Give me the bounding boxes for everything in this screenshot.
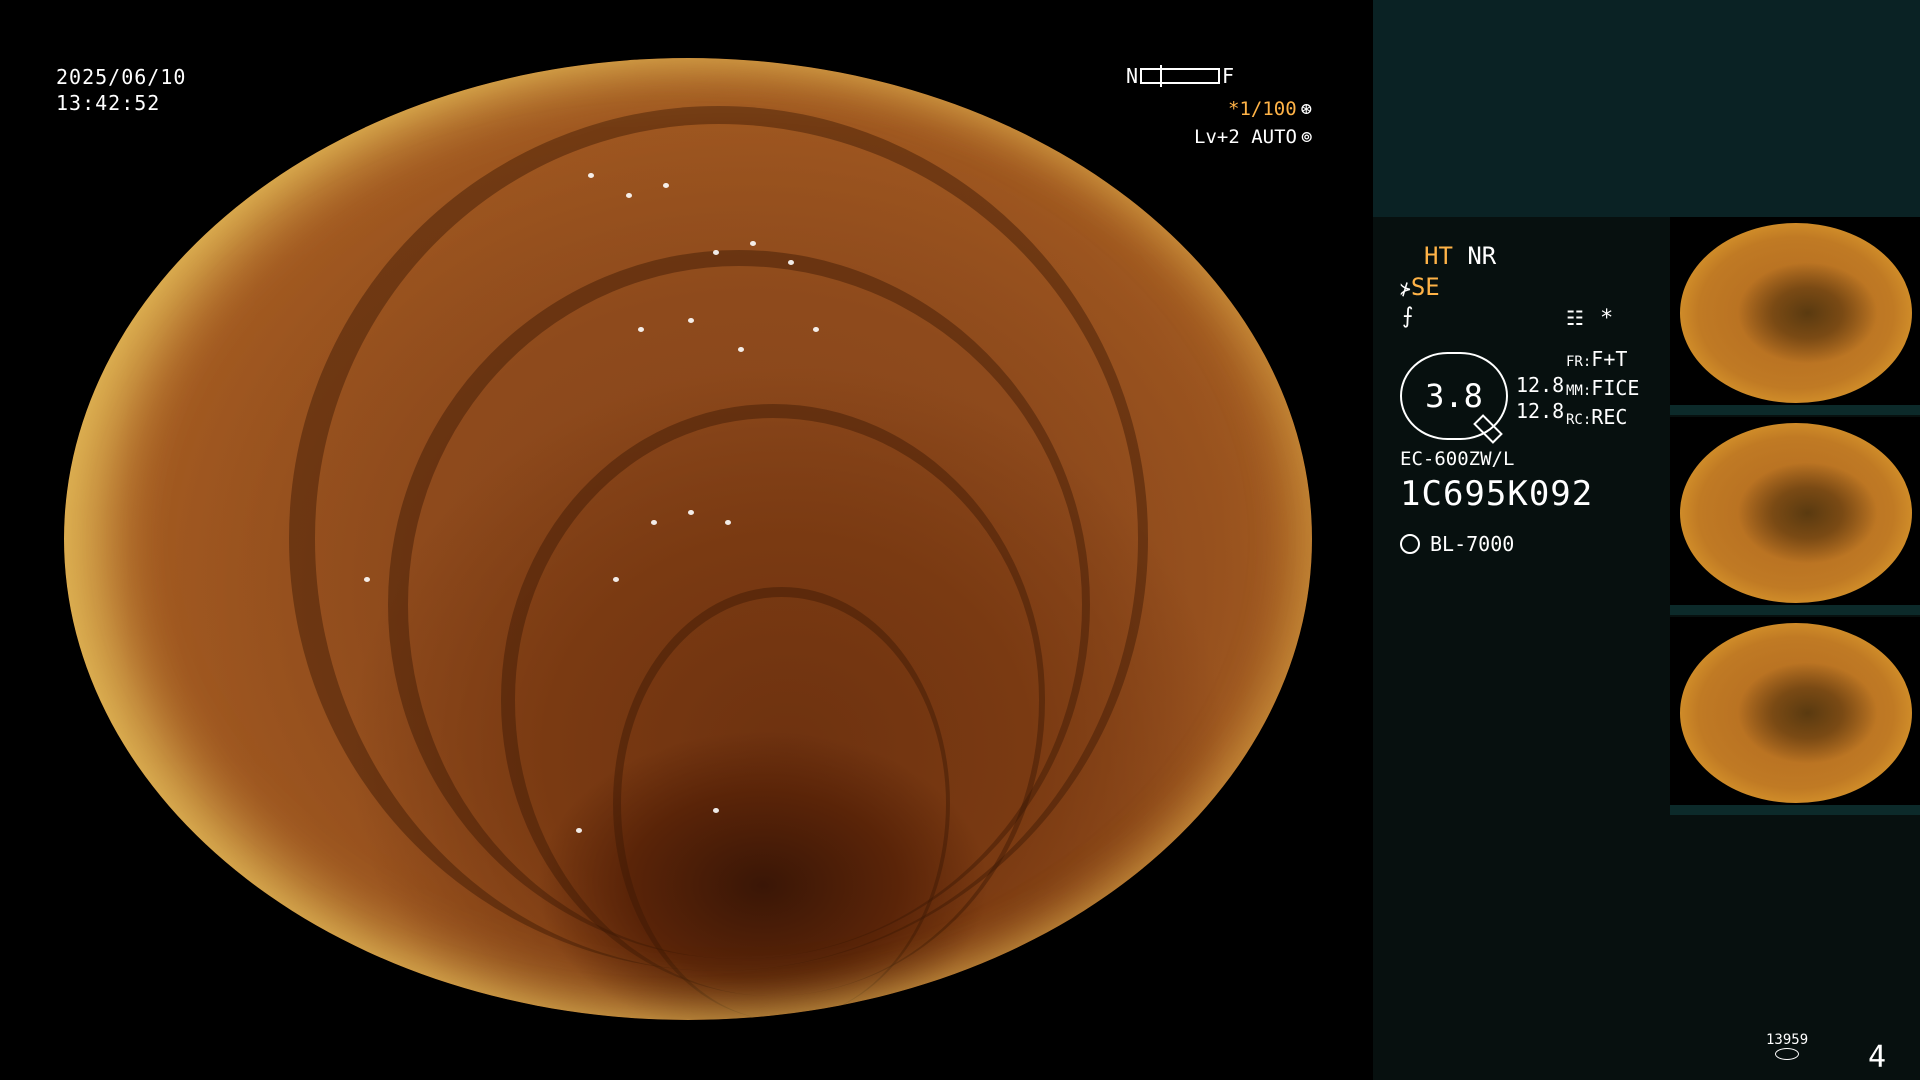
se-label: SE <box>1410 273 1440 301</box>
thumbnail-1[interactable] <box>1670 217 1920 415</box>
star-mark: * <box>1600 306 1614 331</box>
rc-value: REC <box>1591 405 1628 429</box>
structure-icon: ⊁ <box>1400 279 1411 300</box>
image-count: 13959 <box>1766 1032 1809 1048</box>
date-text: 2025/06/10 <box>56 65 187 89</box>
se-row: ⊁SE <box>1400 273 1440 301</box>
thumbnail-strip <box>1670 217 1920 817</box>
storage-icon <box>1775 1048 1800 1060</box>
light-source: BL-7000 <box>1400 532 1514 556</box>
light-source-label: BL-7000 <box>1430 532 1515 556</box>
gauge-value: 3.8 <box>1425 377 1483 415</box>
page-number: 4 <box>1868 1040 1887 1075</box>
fr-value: F+T <box>1591 347 1628 371</box>
focus-bar <box>1140 65 1221 87</box>
far-label: F <box>1222 64 1235 88</box>
value-2: 12.8 <box>1516 399 1565 423</box>
date-time: 2025/06/10 13:42:52 <box>56 64 186 116</box>
near-far-indicator: N F <box>1126 64 1234 88</box>
record-icon: ☷ <box>1566 306 1584 330</box>
enhance-icon: ⨍ <box>1402 304 1414 329</box>
info-panel-header <box>1373 0 1920 217</box>
time-text: 13:42:52 <box>56 91 161 115</box>
iris-icon: ⊚ <box>1300 126 1313 148</box>
nr-label: NR <box>1467 242 1497 270</box>
value-1: 12.8 <box>1516 373 1565 397</box>
scope-serial: 1C695K092 <box>1400 474 1594 514</box>
lamp-icon <box>1400 534 1420 554</box>
image-counter: 13959 <box>1766 1032 1808 1060</box>
mm-value: FICE <box>1591 376 1640 400</box>
near-label: N <box>1126 64 1139 88</box>
thumbnail-3[interactable] <box>1670 617 1920 815</box>
brightness-level: Lv+2 AUTO ⊚ <box>1194 126 1312 148</box>
endoscopic-image <box>64 58 1312 1020</box>
zoom-gauge: 3.8 <box>1400 352 1508 440</box>
fr-label: FR: <box>1566 354 1592 370</box>
thumbnail-2[interactable] <box>1670 417 1920 615</box>
shutter-text: *1/100 <box>1228 98 1297 120</box>
value-column: 12.8 12.8 <box>1516 372 1564 424</box>
ht-label: HT <box>1424 242 1453 270</box>
level-text: Lv+2 AUTO <box>1194 126 1297 148</box>
endoscope-view: 2025/06/10 13:42:52 N F *1/100 ⊛ Lv+2 AUT… <box>0 0 1372 1080</box>
ht-nr-row: HT NR <box>1424 242 1496 270</box>
shutter-speed: *1/100 ⊛ <box>1228 98 1312 120</box>
mode-column: FR:F+T MM:FICE RC:REC <box>1566 346 1639 433</box>
mm-label: MM: <box>1566 383 1592 399</box>
scope-model: EC-600ZW/L <box>1400 448 1515 470</box>
rc-label: RC: <box>1566 412 1592 428</box>
aperture-icon: ⊛ <box>1300 98 1313 120</box>
